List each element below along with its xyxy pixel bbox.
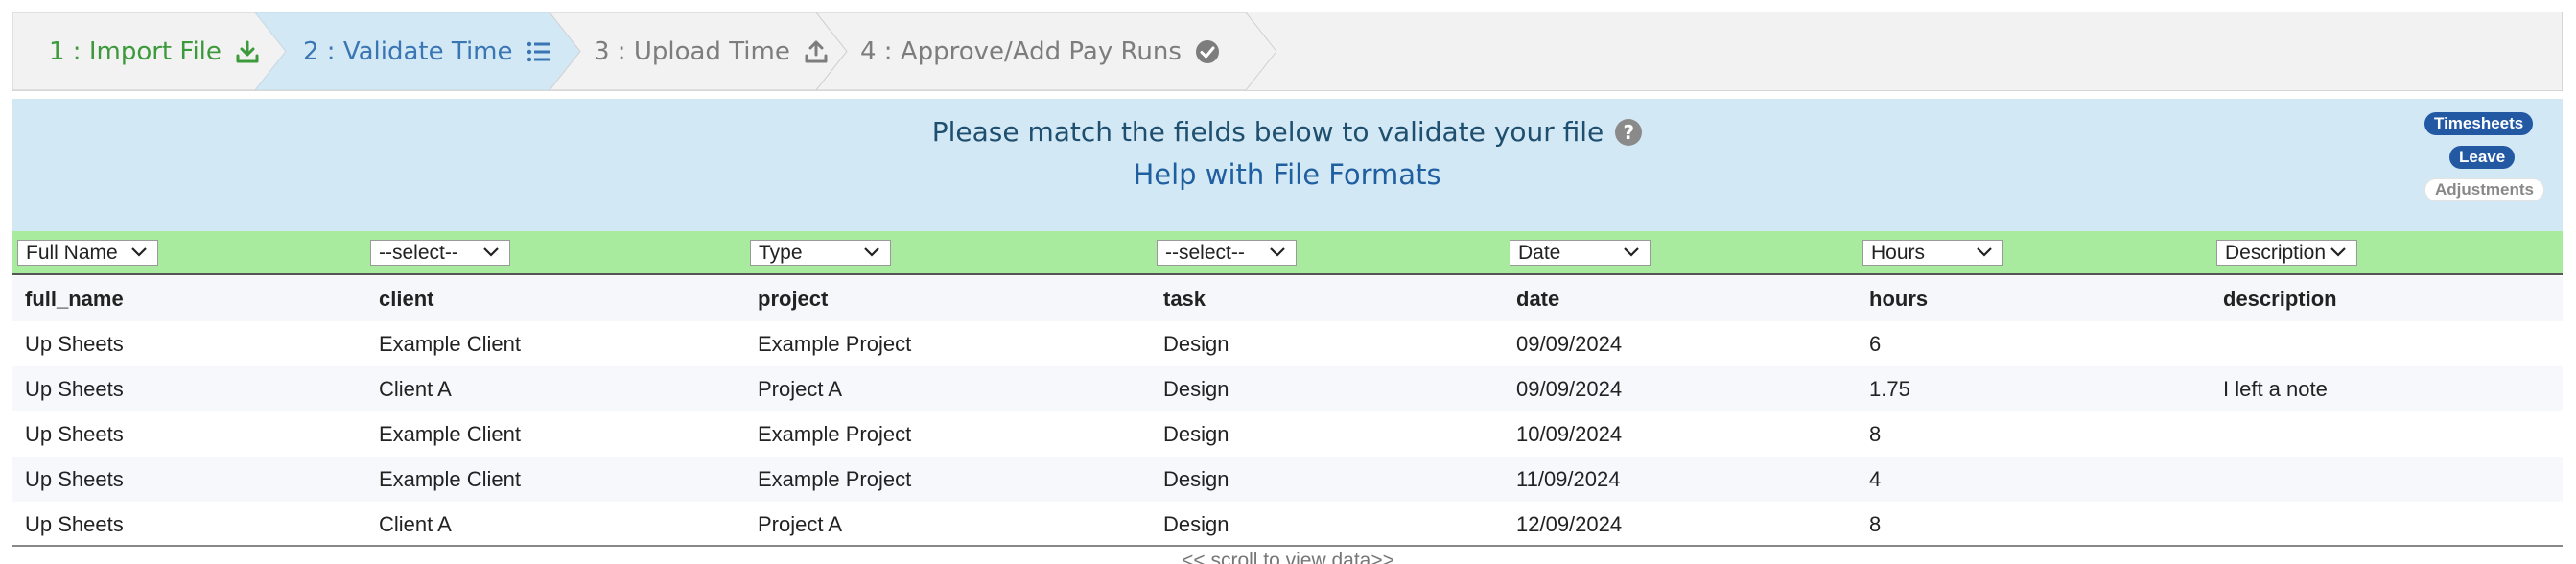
check-circle-icon: [1195, 39, 1220, 64]
select-value: Hours: [1871, 241, 1926, 264]
table-cell: Up Sheets: [25, 376, 124, 401]
help-icon[interactable]: ?: [1615, 118, 1643, 146]
step-approve-pay-runs[interactable]: 4 : Approve/Add Pay Runs: [816, 12, 1276, 90]
step-label: 3 : Upload Time: [594, 36, 790, 66]
list-icon: [527, 40, 551, 63]
select-value: Description: [2225, 241, 2327, 264]
table-cell: Up Sheets: [25, 421, 124, 446]
project-select[interactable]: Type: [750, 240, 891, 266]
table-row: Up Sheets Example Client Example Project…: [12, 411, 2563, 457]
table-cell: Up Sheets: [25, 331, 124, 356]
column-header: date: [1516, 286, 1560, 311]
date-select[interactable]: Date: [1510, 240, 1651, 266]
step-label: 1 : Import File: [49, 36, 222, 66]
task-select[interactable]: --select--: [1157, 240, 1297, 266]
validation-banner: Please match the fields below to validat…: [12, 99, 2563, 231]
select-value: --select--: [1165, 241, 1245, 264]
step-upload-time[interactable]: 3 : Upload Time: [550, 12, 847, 90]
step-validate-time[interactable]: 2 : Validate Time: [255, 12, 581, 90]
table-bottom-border: [12, 545, 2563, 547]
table-cell: 12/09/2024: [1516, 511, 1623, 536]
column-header: hours: [1869, 286, 1929, 311]
chevron-down-icon: [1977, 247, 1992, 257]
table-cell: 4: [1869, 466, 1882, 491]
adjustments-toggle[interactable]: Adjustments: [2424, 178, 2544, 201]
table-row: Up Sheets Example Client Example Project…: [12, 457, 2563, 502]
table-cell: 1.75: [1869, 376, 1910, 401]
table-cell: Example Project: [758, 331, 912, 356]
table-cell: 09/09/2024: [1516, 376, 1623, 401]
banner-title: Please match the fields below to validat…: [931, 116, 1604, 148]
table-cell: Up Sheets: [25, 511, 124, 536]
table-header-row: full_name client project task date hours…: [12, 276, 2563, 321]
leave-toggle[interactable]: Leave: [2449, 146, 2516, 169]
table-cell: Design: [1163, 331, 1229, 356]
chevron-down-icon: [2330, 247, 2346, 257]
table-row: Up Sheets Client A Project A Design 09/0…: [12, 366, 2563, 411]
client-select[interactable]: --select--: [370, 240, 510, 266]
hours-select[interactable]: Hours: [1862, 240, 2003, 266]
table-cell: Design: [1163, 511, 1229, 536]
table-cell: Example Client: [379, 331, 521, 356]
time-data-table: full_name client project task date hours…: [12, 276, 2563, 547]
file-formats-help-link[interactable]: Help with File Formats: [12, 158, 2563, 191]
select-value: Full Name: [26, 241, 118, 264]
table-cell: Design: [1163, 376, 1229, 401]
table-cell: I left a note: [2223, 376, 2328, 401]
column-header: task: [1163, 286, 1206, 311]
full-name-select[interactable]: Full Name: [17, 240, 158, 266]
chevron-down-icon: [483, 247, 499, 257]
table-cell: 11/09/2024: [1516, 466, 1621, 491]
chevron-down-icon: [1270, 247, 1285, 257]
table-cell: 8: [1869, 511, 1882, 536]
wizard-steps: 1 : Import File 2 : Validate Time 3: Up…: [12, 12, 2563, 91]
table-cell: Client A: [379, 511, 452, 536]
table-cell: 10/09/2024: [1516, 421, 1623, 446]
table-cell: 8: [1869, 421, 1882, 446]
step-import-file[interactable]: 1 : Import File: [12, 12, 286, 90]
description-select[interactable]: Description: [2216, 240, 2357, 266]
table-cell: Client A: [379, 376, 452, 401]
table-row: Up Sheets Example Client Example Project…: [12, 321, 2563, 366]
chevron-down-icon: [1624, 247, 1639, 257]
step-label: 2 : Validate Time: [303, 36, 513, 66]
table-cell: Up Sheets: [25, 466, 124, 491]
select-value: Type: [759, 241, 803, 264]
table-cell: Example Client: [379, 466, 521, 491]
table-cell: 09/09/2024: [1516, 331, 1623, 356]
table-cell: 6: [1869, 331, 1882, 356]
column-mapping-row: Full Name --select-- Type --select-- Dat…: [12, 231, 2563, 275]
select-value: --select--: [379, 241, 458, 264]
table-cell: Project A: [758, 376, 843, 401]
column-header: client: [379, 286, 434, 311]
select-value: Date: [1518, 241, 1561, 264]
table-cell: Project A: [758, 511, 843, 536]
timesheets-toggle[interactable]: Timesheets: [2424, 112, 2534, 135]
step-label: 4 : Approve/Add Pay Runs: [860, 36, 1182, 66]
table-cell: Design: [1163, 421, 1229, 446]
table-cell: Example Client: [379, 421, 521, 446]
chevron-down-icon: [131, 247, 147, 257]
table-cell: Design: [1163, 466, 1229, 491]
table-row: Up Sheets Client A Project A Design 12/0…: [12, 502, 2563, 547]
table-cell: Example Project: [758, 466, 912, 491]
scroll-hint[interactable]: << scroll to view data>>: [0, 550, 2576, 564]
table-cell: Example Project: [758, 421, 912, 446]
column-header: description: [2223, 286, 2337, 311]
chevron-down-icon: [864, 247, 879, 257]
column-header: project: [758, 286, 829, 311]
column-header: full_name: [25, 286, 124, 311]
